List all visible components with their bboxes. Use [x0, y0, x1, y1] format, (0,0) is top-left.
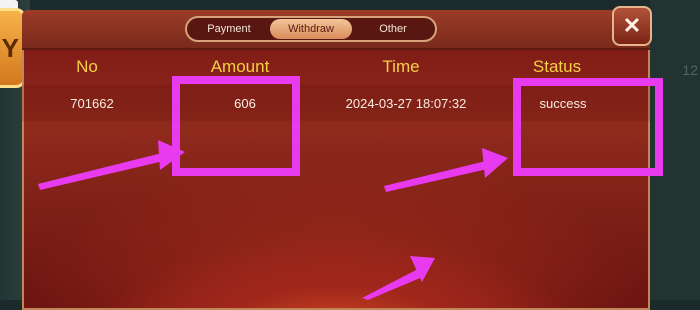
arrow-shaft-2 [384, 160, 492, 192]
annotation-arrows [38, 140, 508, 300]
arrow-head-1 [158, 140, 185, 170]
arrow-shaft-1 [38, 152, 168, 190]
arrow-shaft-3 [362, 268, 425, 300]
arrow-head-2 [482, 148, 508, 178]
